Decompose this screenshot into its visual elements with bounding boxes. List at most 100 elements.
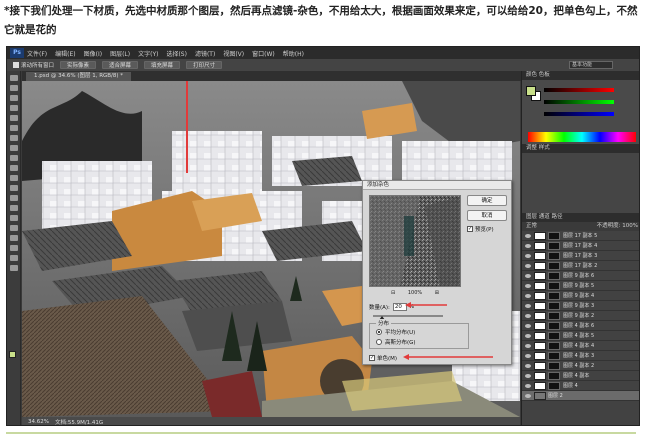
layer-row[interactable]: 图层 17 副本 4 [522,241,639,251]
layer-row[interactable]: 图层 9 副本 4 [522,291,639,301]
menu-filter[interactable]: 滤镜(T) [195,49,215,58]
menu-layer[interactable]: 图层(L) [110,49,130,58]
menu-image[interactable]: 图像(I) [84,49,102,58]
menu-edit[interactable]: 编辑(E) [55,49,75,58]
pen-tool-icon[interactable] [9,215,18,221]
layer-row[interactable]: 图层 4 副本 6 [522,321,639,331]
layer-row[interactable]: 图层 4 副本 3 [522,351,639,361]
actual-pixels-button[interactable]: 实际像素 [60,61,97,69]
workspace-select[interactable]: 基本功能 [569,61,613,69]
zoom-readout[interactable]: 34.62% [28,419,49,425]
layer-row-selected[interactable]: 图层 2 [522,391,639,401]
red-slider[interactable] [544,88,614,92]
color-spectrum[interactable] [528,132,636,142]
layer-thumbnail [534,231,546,240]
visibility-eye-icon[interactable] [525,263,531,268]
preview-label: 预览(P) [475,227,494,233]
menu-window[interactable]: 窗口(W) [252,49,275,58]
layers-panel-tab[interactable]: 图层 通道 路径 [522,213,639,222]
visibility-eye-icon[interactable] [525,233,531,238]
history-brush-icon[interactable] [9,165,18,171]
layer-row[interactable]: 图层 4 副本 4 [522,341,639,351]
menu-help[interactable]: 帮助(H) [283,49,304,58]
visibility-eye-icon[interactable] [525,243,531,248]
visibility-eye-icon[interactable] [525,293,531,298]
type-tool-icon[interactable] [9,225,18,231]
zoom-tool-icon[interactable] [9,265,18,271]
visibility-eye-icon[interactable] [525,283,531,288]
eyedropper-tool-icon[interactable] [9,125,18,131]
hand-tool-icon[interactable] [9,255,18,261]
move-tool-icon[interactable] [9,75,18,81]
amount-input[interactable]: 20 [392,303,407,311]
layer-row[interactable]: 图层 9 副本 5 [522,281,639,291]
visibility-eye-icon[interactable] [525,353,531,358]
fit-screen-button[interactable]: 适合屏幕 [102,61,139,69]
layer-row[interactable]: 图层 4 [522,381,639,391]
monochromatic-checkbox[interactable]: ✓ 单色(M) [369,354,397,362]
dodge-tool-icon[interactable] [9,205,18,211]
document-tab[interactable]: 1.psd @ 34.6% (图层 1, RGB/8) * [26,72,132,81]
visibility-eye-icon[interactable] [525,253,531,258]
visibility-eye-icon[interactable] [525,323,531,328]
uniform-radio[interactable]: 平均分布(U) [376,328,415,336]
opacity-field[interactable]: 不透明度: 100% [597,222,638,231]
blue-slider[interactable] [544,112,614,116]
layer-row[interactable]: 图层 4 副本 [522,371,639,381]
layer-row[interactable]: 图层 17 副本 3 [522,251,639,261]
quick-select-tool-icon[interactable] [9,105,18,111]
visibility-eye-icon[interactable] [525,273,531,278]
scroll-all-windows-checkbox[interactable]: 滚动所有窗口 [13,61,54,69]
blur-tool-icon[interactable] [9,195,18,201]
visibility-eye-icon[interactable] [525,313,531,318]
visibility-eye-icon[interactable] [525,383,531,388]
zoom-in-icon[interactable]: ⊞ [435,290,439,296]
noise-preview[interactable] [369,195,461,287]
layer-row[interactable]: 图层 17 副本 5 [522,231,639,241]
gaussian-radio[interactable]: 高斯分布(G) [376,338,416,346]
mask-thumbnail [548,351,560,360]
gradient-tool-icon[interactable] [9,185,18,191]
green-slider[interactable] [544,100,614,104]
visibility-eye-icon[interactable] [525,373,531,378]
layer-row[interactable]: 图层 4 副本 2 [522,361,639,371]
foreground-color-swatch[interactable] [9,351,16,358]
visibility-eye-icon[interactable] [525,363,531,368]
adjustments-panel-tab[interactable]: 调整 样式 [522,144,639,153]
shape-tool-icon[interactable] [9,245,18,251]
layer-row[interactable]: 图层 4 副本 5 [522,331,639,341]
layer-row[interactable]: 图层 9 副本 6 [522,271,639,281]
color-panel-tab[interactable]: 颜色 色板 [522,71,639,80]
visibility-eye-icon[interactable] [525,303,531,308]
zoom-out-icon[interactable]: ⊟ [391,290,395,296]
healing-tool-icon[interactable] [9,135,18,141]
preview-checkbox[interactable]: ✓ 预览(P) [467,225,494,233]
uniform-label: 平均分布(U) [385,330,416,336]
menu-type[interactable]: 文字(Y) [138,49,158,58]
fill-screen-button[interactable]: 填充屏幕 [144,61,181,69]
marquee-tool-icon[interactable] [9,85,18,91]
amount-label: 数量(A): [369,305,390,311]
layer-thumbnail [534,391,546,400]
menu-select[interactable]: 选择(S) [166,49,187,58]
visibility-eye-icon[interactable] [525,343,531,348]
visibility-eye-icon[interactable] [525,393,531,398]
layer-row[interactable]: 图层 9 副本 2 [522,311,639,321]
cancel-button[interactable]: 取消 [467,210,507,221]
visibility-eye-icon[interactable] [525,333,531,338]
stamp-tool-icon[interactable] [9,155,18,161]
eraser-tool-icon[interactable] [9,175,18,181]
layer-row[interactable]: 图层 9 副本 3 [522,301,639,311]
menu-view[interactable]: 视图(V) [223,49,244,58]
layer-name: 图层 4 副本 4 [563,343,595,349]
path-select-tool-icon[interactable] [9,235,18,241]
crop-tool-icon[interactable] [9,115,18,121]
blend-mode-select[interactable]: 正常 [526,222,537,231]
ok-button[interactable]: 确定 [467,195,507,206]
foreground-swatch[interactable] [526,86,536,96]
menu-file[interactable]: 文件(F) [27,49,47,58]
lasso-tool-icon[interactable] [9,95,18,101]
layer-row[interactable]: 图层 17 副本 2 [522,261,639,271]
brush-tool-icon[interactable] [9,145,18,151]
print-size-button[interactable]: 打印尺寸 [186,61,223,69]
